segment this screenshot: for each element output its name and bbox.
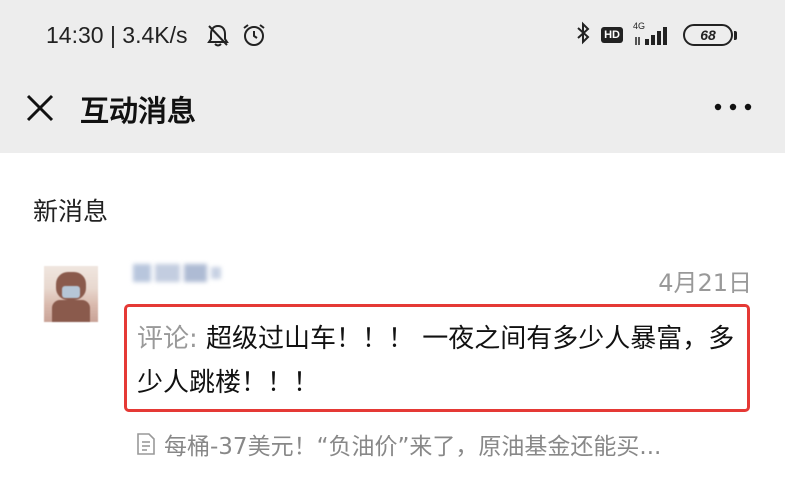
battery-level: 68 xyxy=(683,24,733,46)
more-dots-icon xyxy=(714,103,752,111)
close-icon xyxy=(26,94,54,122)
status-icons-right: HD 4G 68 xyxy=(575,21,737,49)
message-date: 4月21日 xyxy=(658,269,752,297)
source-article-link[interactable]: 每桶-37美元！“负油价”来了，原油基金还能买... xyxy=(136,428,756,460)
more-options-button[interactable] xyxy=(713,95,753,119)
close-button[interactable] xyxy=(20,88,60,128)
section-label-new-messages: 新消息 xyxy=(33,197,109,226)
top-bar: 14:30 | 3.4K/s HD 4G 68 互动消息 xyxy=(0,0,785,153)
mute-bell-icon xyxy=(205,22,231,52)
battery-icon: 68 xyxy=(683,24,737,46)
page-title: 互动消息 xyxy=(80,94,197,128)
status-time: 14:30 | 3.4K/s xyxy=(46,22,188,48)
comment-prefix: 评论: xyxy=(137,324,207,354)
status-icons-left xyxy=(205,22,267,52)
comment-text: 评论: 超级过山车！！！ 一夜之间有多少人暴富，多少人跳楼！！！ xyxy=(137,317,742,405)
nav-bar: 互动消息 xyxy=(0,70,785,153)
source-article-title: 每桶-37美元！“负油价”来了，原油基金还能买... xyxy=(164,434,662,460)
bluetooth-icon xyxy=(575,21,591,49)
document-icon xyxy=(137,433,155,455)
hd-badge: HD xyxy=(601,27,623,43)
status-bar: 14:30 | 3.4K/s HD 4G 68 xyxy=(0,0,785,70)
username-blurred[interactable] xyxy=(133,258,221,288)
comment-body: 超级过山车！！！ 一夜之间有多少人暴富，多少人跳楼！！！ xyxy=(137,324,735,398)
comment-highlight-box[interactable]: 评论: 超级过山车！！！ 一夜之间有多少人暴富，多少人跳楼！！！ xyxy=(124,304,750,412)
signal-icon: 4G xyxy=(633,21,673,47)
avatar[interactable] xyxy=(44,266,98,322)
alarm-clock-icon xyxy=(241,22,267,52)
